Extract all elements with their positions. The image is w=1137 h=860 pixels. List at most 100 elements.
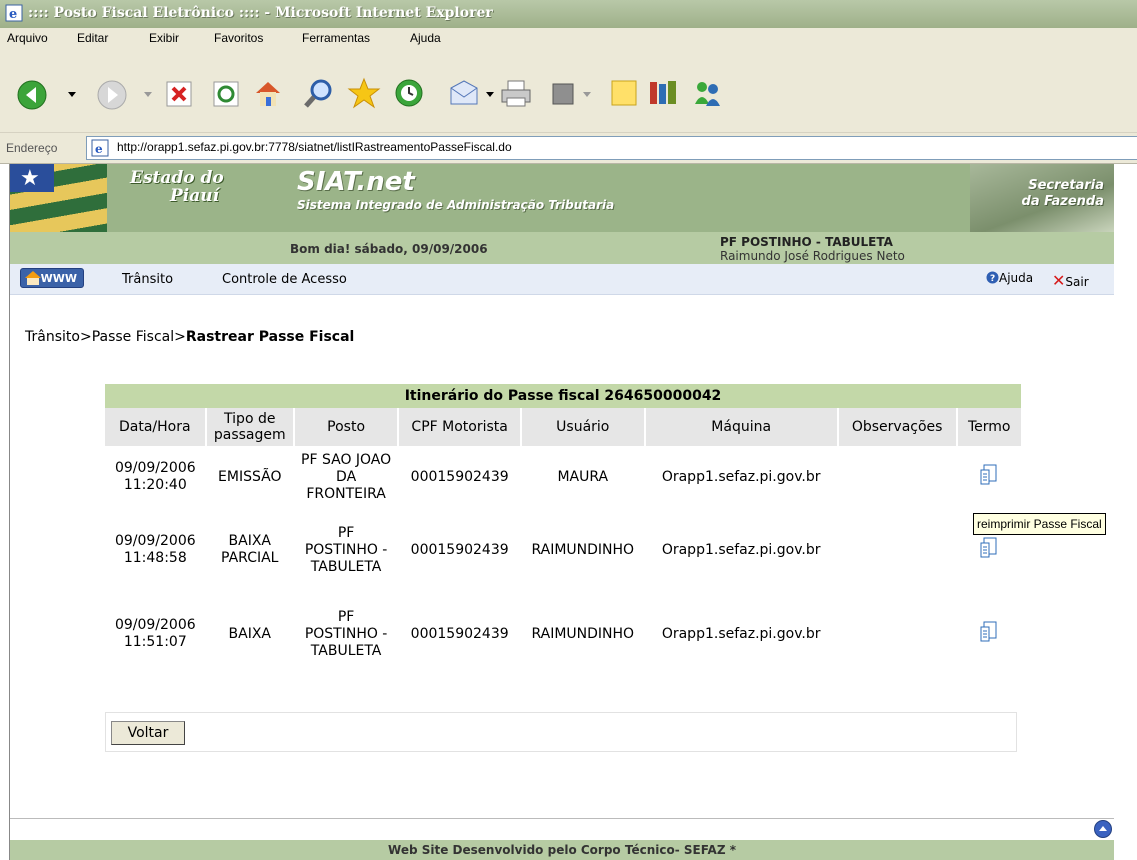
- piaui-flag: ★: [10, 164, 107, 232]
- reprint-document-icon[interactable]: [979, 464, 999, 486]
- cell-termo: [957, 592, 1022, 676]
- cell-observacoes: [838, 508, 957, 592]
- messenger-icon[interactable]: [690, 77, 724, 109]
- cell-maquina: Orapp1.sefaz.pi.gov.br: [661, 625, 821, 642]
- address-input[interactable]: e http://orapp1.sefaz.pi.gov.br:7778/sia…: [86, 136, 1137, 160]
- www-button[interactable]: WWW: [20, 268, 84, 288]
- greeting-bar: Bom dia! sábado, 09/09/2006 PF POSTINHO …: [10, 232, 1114, 264]
- cell-cpf: 00015902439: [410, 541, 509, 558]
- cell-usuario: RAIMUNDINHO: [531, 541, 635, 558]
- cell-cpf: 00015902439: [410, 468, 509, 485]
- user-name: Raimundo José Rodrigues Neto: [720, 249, 905, 263]
- col-tipo-passagem: Tipo de passagem: [205, 408, 295, 446]
- favorites-icon[interactable]: [346, 76, 382, 110]
- history-icon[interactable]: [392, 76, 426, 110]
- estado-title: Estado do Piauí: [130, 169, 224, 205]
- siat-subtitle: Sistema Integrado de Administração Tribu…: [297, 198, 615, 212]
- forward-icon[interactable]: [94, 77, 130, 113]
- estado-line2: Piauí: [170, 186, 220, 206]
- voltar-button[interactable]: Voltar: [111, 721, 185, 745]
- menu-ferramentas[interactable]: Ferramentas: [302, 31, 370, 45]
- ie-logo-icon: e: [5, 4, 23, 22]
- research-icon[interactable]: [646, 77, 680, 109]
- estado-line1: Estado do: [130, 168, 224, 188]
- cell-usuario: MAURA: [557, 468, 609, 485]
- svg-text:e: e: [95, 142, 103, 156]
- posto-name: PF POSTINHO - TABULETA: [720, 235, 893, 249]
- refresh-icon[interactable]: [211, 79, 241, 109]
- back-icon[interactable]: [14, 77, 50, 113]
- table-title: Itinerário do Passe fiscal 264650000042: [404, 388, 722, 404]
- forward-dropdown-icon[interactable]: [142, 85, 154, 105]
- window-titlebar: e :::: Posto Fiscal Eletrônico :::: - Mi…: [0, 0, 1137, 28]
- help-link[interactable]: ? Ajuda: [986, 271, 1033, 285]
- secretaria-line1: Secretaria: [1028, 178, 1104, 193]
- nav-transito[interactable]: Trânsito: [122, 272, 173, 287]
- home-icon: [25, 271, 41, 285]
- reprint-document-icon[interactable]: [979, 537, 999, 559]
- close-icon: ✕: [1052, 271, 1066, 290]
- mail-icon[interactable]: [446, 77, 482, 109]
- cell-maquina: Orapp1.sefaz.pi.gov.br: [661, 468, 821, 485]
- www-label: WWW: [40, 271, 77, 285]
- home-icon[interactable]: [250, 76, 286, 110]
- cell-data-hora: 09/09/2006 11:48:58: [114, 533, 196, 566]
- cell-tipo: EMISSÃO: [218, 468, 282, 485]
- cell-observacoes: [838, 446, 957, 508]
- nav-bar: WWW Trânsito Controle de Acesso ? Ajuda ✕…: [10, 264, 1114, 295]
- back-dropdown-icon[interactable]: [66, 85, 78, 105]
- scroll-up-icon[interactable]: [1094, 820, 1112, 838]
- footer-divider: [10, 818, 1114, 841]
- cell-termo: [957, 446, 1022, 508]
- window-edge: [0, 164, 9, 860]
- cell-usuario: RAIMUNDINHO: [531, 625, 635, 642]
- page-content: ★ Estado do Piauí SIAT.net Sistema Integ…: [9, 164, 1114, 860]
- address-bar: Endereço e http://orapp1.sefaz.pi.gov.br…: [0, 133, 1137, 164]
- cell-maquina: Orapp1.sefaz.pi.gov.br: [661, 541, 821, 558]
- search-icon[interactable]: [302, 76, 336, 110]
- cell-cpf: 00015902439: [410, 625, 509, 642]
- edit-icon[interactable]: [548, 80, 578, 108]
- itinerary-table: Itinerário do Passe fiscal 264650000042 …: [105, 384, 1021, 676]
- stop-icon[interactable]: [164, 79, 194, 109]
- table-row: 09/09/2006 11:20:40 EMISSÃO PF SAO JOAO D…: [105, 446, 1021, 508]
- reprint-document-icon[interactable]: [979, 621, 999, 643]
- breadcrumb-transito[interactable]: Trânsito: [25, 329, 80, 345]
- col-maquina: Máquina: [644, 408, 839, 446]
- discuss-icon[interactable]: [608, 77, 640, 109]
- cell-tipo: BAIXA PARCIAL: [221, 533, 279, 566]
- menu-arquivo[interactable]: Arquivo: [7, 31, 48, 45]
- table-row: 09/09/2006 11:51:07 BAIXA PF POSTINHO - T…: [105, 592, 1021, 676]
- menu-bar: Arquivo Editar Exibir Favoritos Ferramen…: [0, 28, 1137, 51]
- help-icon: ?: [986, 271, 999, 284]
- edit-dropdown-icon[interactable]: [581, 85, 593, 105]
- menu-ajuda[interactable]: Ajuda: [410, 31, 441, 45]
- siat-title: SIAT.net: [297, 167, 415, 197]
- secretaria-line2: da Fazenda: [1021, 194, 1104, 209]
- table-title-row: Itinerário do Passe fiscal 264650000042: [105, 384, 1021, 408]
- col-termo: Termo: [956, 408, 1021, 446]
- svg-text:e: e: [9, 7, 17, 22]
- print-icon[interactable]: [498, 77, 534, 109]
- cell-data-hora: 09/09/2006 11:20:40: [114, 460, 196, 493]
- help-label: Ajuda: [999, 271, 1034, 285]
- col-observacoes: Observações: [837, 408, 958, 446]
- exit-label: Sair: [1065, 275, 1089, 289]
- cell-posto: PF POSTINHO - TABULETA: [304, 608, 388, 659]
- table-header-row: Data/Hora Tipo de passagem Posto CPF Mot…: [105, 408, 1021, 446]
- breadcrumb-current: Rastrear Passe Fiscal: [185, 329, 355, 345]
- cell-posto: PF SAO JOAO DA FRONTEIRA: [301, 451, 392, 502]
- nav-controle-acesso[interactable]: Controle de Acesso: [222, 272, 347, 287]
- menu-exibir[interactable]: Exibir: [149, 31, 179, 45]
- reprint-tooltip: reimprimir Passe Fiscal: [973, 513, 1106, 535]
- col-usuario: Usuário: [521, 408, 646, 446]
- breadcrumb-passe-fiscal[interactable]: Passe Fiscal: [92, 329, 174, 345]
- cell-data-hora: 09/09/2006 11:51:07: [114, 617, 196, 650]
- page-icon: e: [91, 139, 109, 157]
- exit-link[interactable]: ✕Sair: [1052, 271, 1089, 290]
- menu-editar[interactable]: Editar: [77, 31, 108, 45]
- address-label: Endereço: [6, 141, 58, 155]
- mail-dropdown-icon[interactable]: [484, 85, 496, 105]
- menu-favoritos[interactable]: Favoritos: [214, 31, 263, 45]
- col-cpf-motorista: CPF Motorista: [398, 408, 523, 446]
